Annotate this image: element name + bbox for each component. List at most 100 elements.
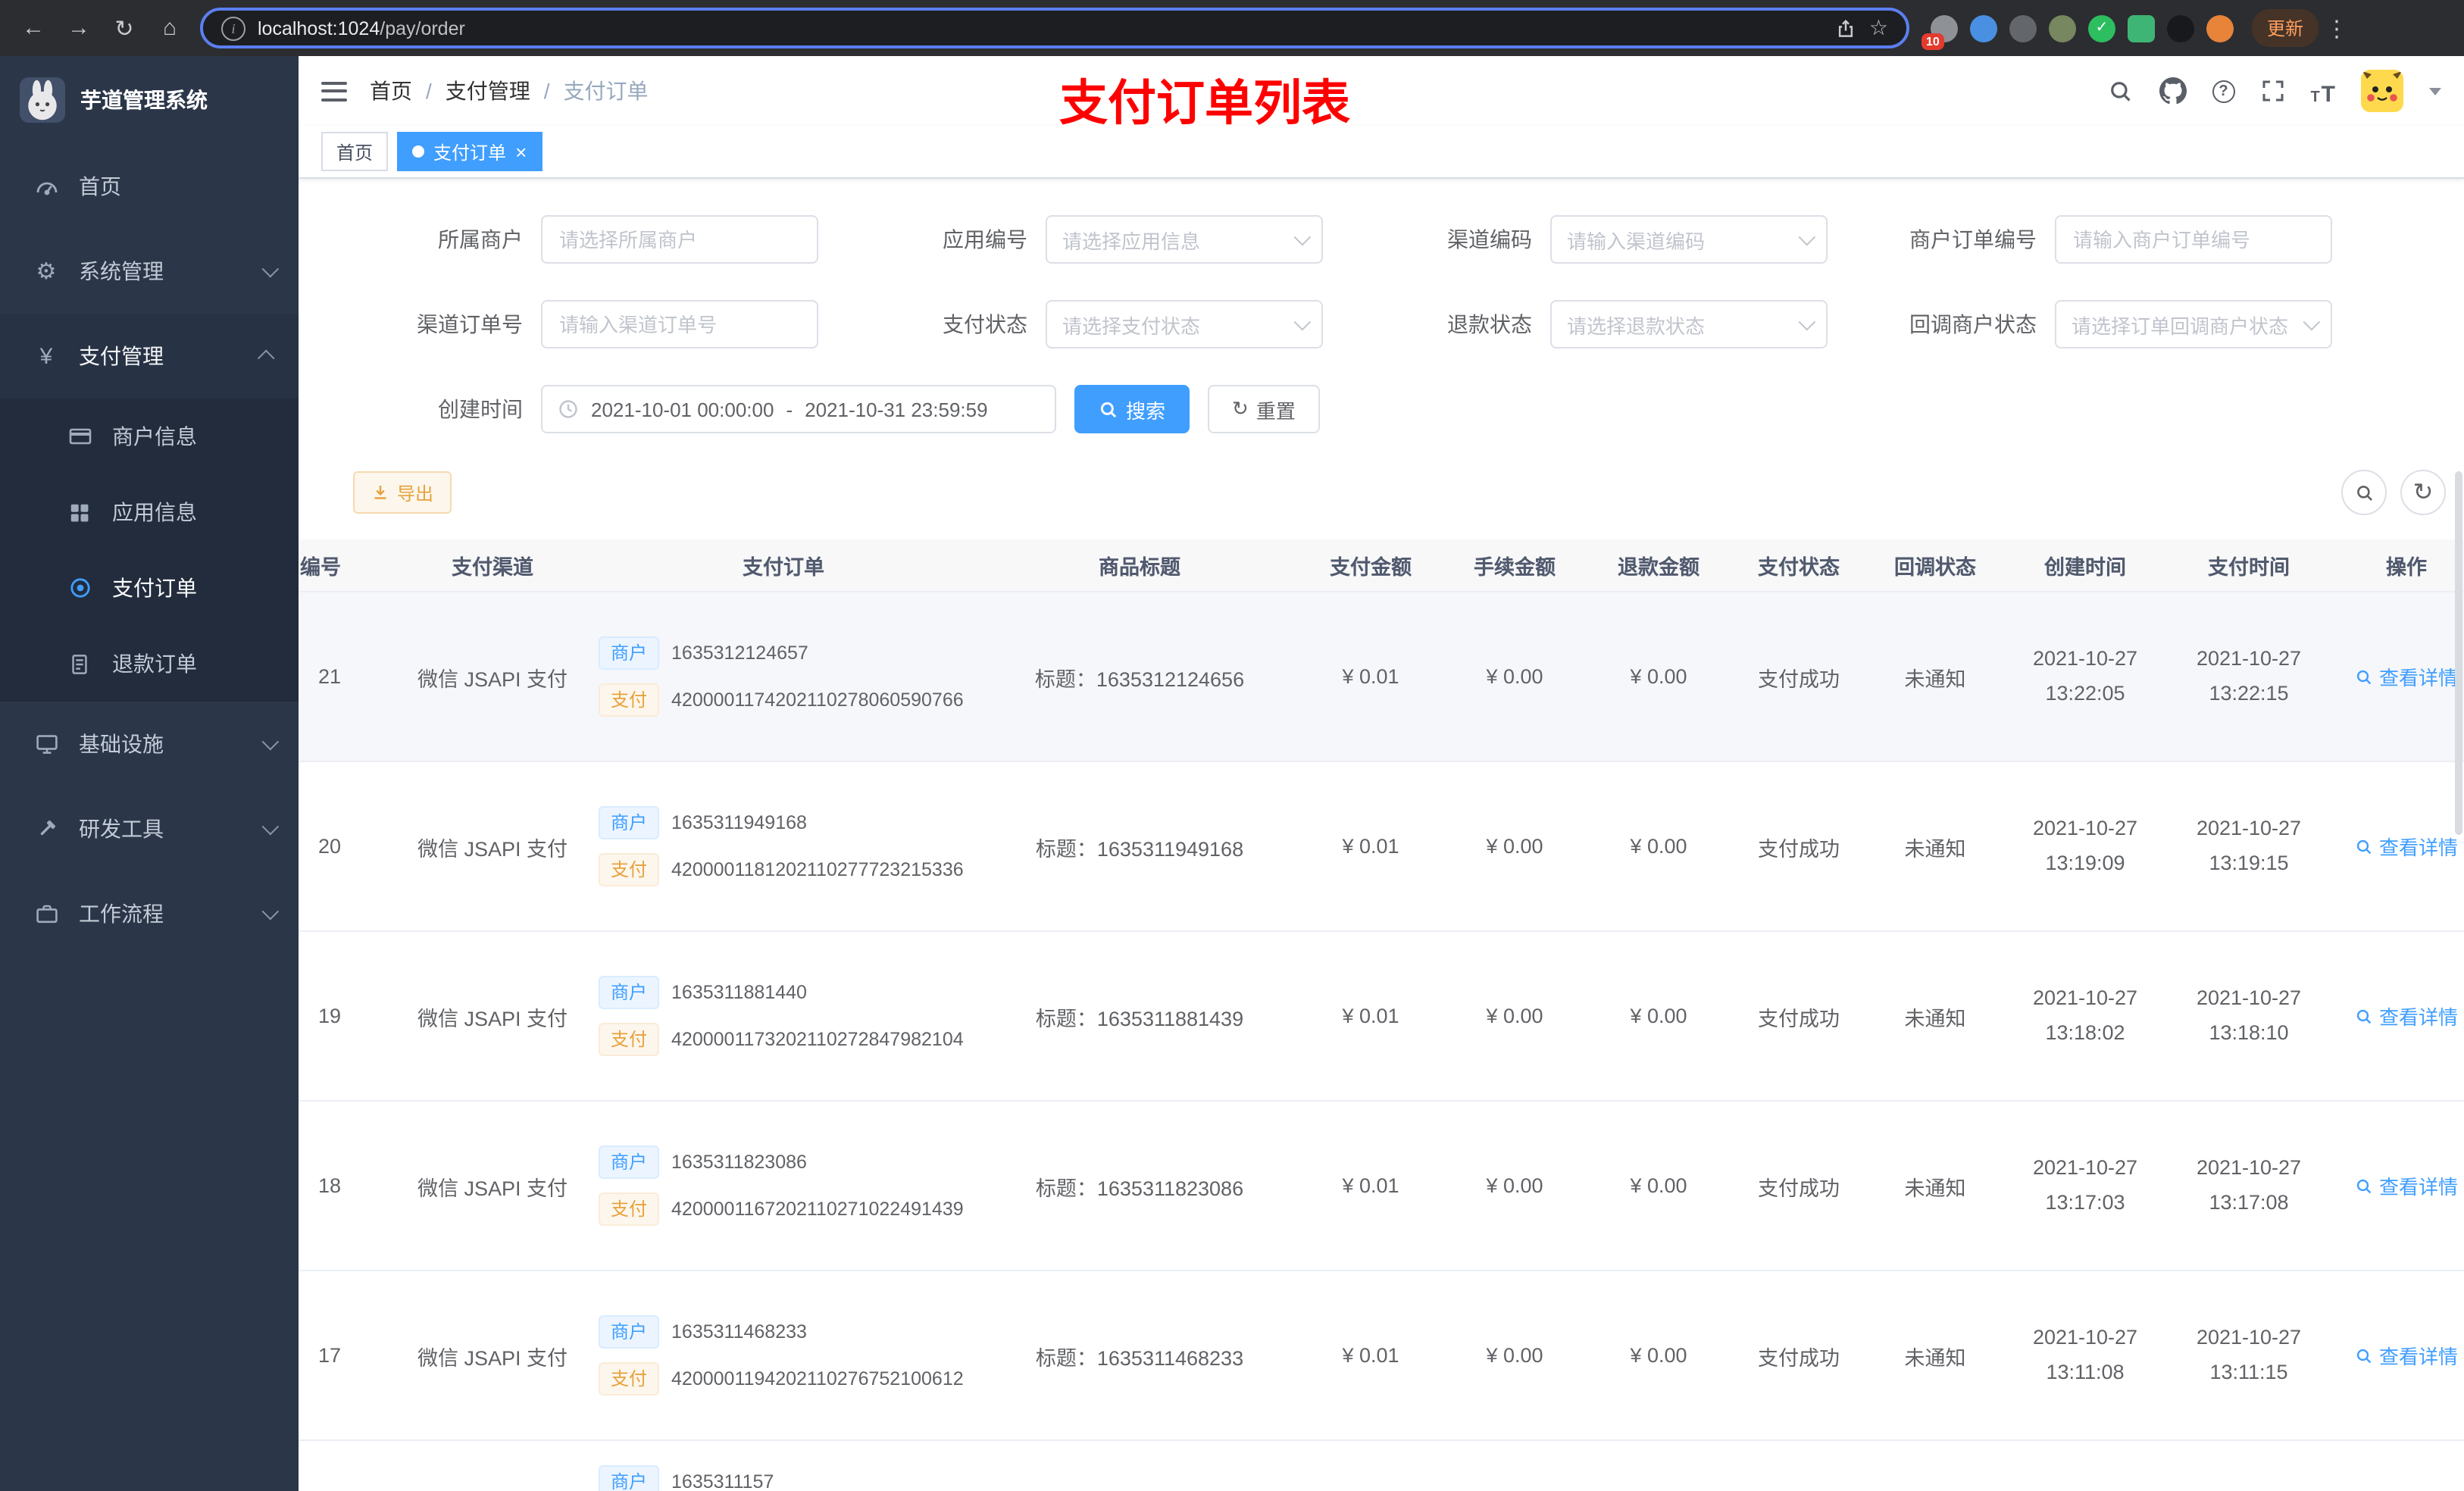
filter-channel-order-no: 渠道订单号 <box>353 300 818 349</box>
sidebar-item-label: 研发工具 <box>79 817 164 841</box>
sidebar-item-home[interactable]: 首页 <box>0 144 299 229</box>
filter-refund-status: 退款状态 请选择退款状态 <box>1362 300 1828 349</box>
extension-icon-3[interactable] <box>2009 14 2037 42</box>
browser-reload-button[interactable]: ↻ <box>103 7 145 49</box>
table-row-partial[interactable]: 商户 1635311157 <box>299 1441 2464 1491</box>
page-info-icon[interactable]: i <box>221 16 245 40</box>
tab-home[interactable]: 首页 <box>321 132 389 171</box>
sidebar-item-label: 基础设施 <box>79 732 164 756</box>
view-detail-link[interactable]: 查看详情 <box>2355 1341 2458 1370</box>
merchant-order-no-input[interactable] <box>2055 215 2332 264</box>
chevron-down-icon <box>1293 313 1312 331</box>
browser-profile-avatar[interactable] <box>2206 14 2234 42</box>
url-text: localhost:1024/pay/order <box>258 17 465 39</box>
clock-icon <box>559 400 577 418</box>
sidebar-item-app-info[interactable]: 应用信息 <box>0 474 299 550</box>
extensions-area: 10 ✓ <box>1921 14 2234 49</box>
sidebar-item-label: 商户信息 <box>112 424 197 449</box>
yen-icon: ¥ <box>39 343 53 369</box>
tab-pay-order[interactable]: 支付订单 × <box>397 132 543 171</box>
bookmark-star-icon[interactable]: ☆ <box>1869 15 1888 41</box>
user-avatar[interactable] <box>2361 70 2403 112</box>
breadcrumb: 首页 / 支付管理 / 支付订单 <box>370 76 649 106</box>
chevron-down-icon <box>2303 313 2321 331</box>
extension-icon-4[interactable] <box>2049 14 2076 42</box>
app-window: 芋道管理系统 首页 ⚙ 系统管理 ¥ 支付管理 商户信息 应用信息 支付订单 退… <box>0 56 2464 1491</box>
extension-icon-chat[interactable] <box>2128 14 2155 42</box>
search-icon[interactable] <box>2107 76 2133 106</box>
breadcrumb-home[interactable]: 首页 <box>370 76 412 106</box>
browser-toolbar: ← → ↻ ⌂ i localhost:1024/pay/order ☆ 10 … <box>0 0 2464 56</box>
pay-status-select[interactable]: 请选择支付状态 <box>1046 300 1323 349</box>
avatar-caret-icon[interactable] <box>2429 87 2441 95</box>
app-logo[interactable]: 芋道管理系统 <box>0 56 299 144</box>
date-range-picker[interactable]: 2021-10-01 00:00:00 - 2021-10-31 23:59:5… <box>541 385 1056 433</box>
browser-update-button[interactable]: 更新 <box>2252 9 2319 47</box>
sidebar-item-refund-order[interactable]: 退款订单 <box>0 626 299 702</box>
extension-icon-check[interactable]: ✓ <box>2088 14 2115 42</box>
channel-order-no-input[interactable] <box>541 300 818 349</box>
table-row[interactable]: 20 微信 JSAPI 支付 商户 1635311949168 支付 4200001… <box>299 762 2464 932</box>
breadcrumb-pay[interactable]: 支付管理 <box>446 76 530 106</box>
breadcrumb-current: 支付订单 <box>563 79 649 103</box>
table-row[interactable]: 18 微信 JSAPI 支付 商户 1635311823086 支付 4200001… <box>299 1102 2464 1271</box>
sidebar-item-pay[interactable]: ¥ 支付管理 <box>0 314 299 399</box>
sidebar-item-pay-order[interactable]: 支付订单 <box>0 550 299 626</box>
search-icon <box>2356 839 2372 854</box>
github-icon[interactable] <box>2159 76 2187 106</box>
sidebar-item-system[interactable]: ⚙ 系统管理 <box>0 229 299 314</box>
gear-icon: ⚙ <box>36 259 57 285</box>
collapse-sidebar-icon[interactable] <box>321 81 347 101</box>
browser-home-button[interactable]: ⌂ <box>149 7 191 49</box>
chevron-down-icon <box>261 733 280 751</box>
font-size-icon[interactable]: TT <box>2310 76 2335 106</box>
help-icon[interactable]: ? <box>2212 76 2235 106</box>
reset-button[interactable]: ↻ 重置 <box>1208 385 1320 433</box>
browser-forward-button[interactable]: → <box>58 7 100 49</box>
pay-tag: 支付 <box>599 683 660 717</box>
table-row[interactable]: 17 微信 JSAPI 支付 商户 1635311468233 支付 4200001… <box>299 1271 2464 1441</box>
export-button[interactable]: 导出 <box>353 471 452 514</box>
browser-back-button[interactable]: ← <box>12 7 55 49</box>
sidebar-item-merchant-info[interactable]: 商户信息 <box>0 399 299 474</box>
table-row[interactable]: 19 微信 JSAPI 支付 商户 1635311881440 支付 4200001… <box>299 932 2464 1102</box>
merchant-input[interactable] <box>541 215 818 264</box>
merchant-tag: 商户 <box>599 636 660 670</box>
tags-view-bar: 首页 支付订单 × <box>299 126 2464 179</box>
view-detail-link[interactable]: 查看详情 <box>2355 1171 2458 1200</box>
sidebar-item-workflow[interactable]: 工作流程 <box>0 871 299 956</box>
sidebar-item-label: 支付管理 <box>79 344 164 368</box>
search-icon <box>1100 401 1117 417</box>
sidebar-item-infra[interactable]: 基础设施 <box>0 702 299 786</box>
view-detail-link[interactable]: 查看详情 <box>2355 832 2458 861</box>
view-detail-link[interactable]: 查看详情 <box>2355 1002 2458 1030</box>
chevron-down-icon <box>261 902 280 921</box>
merchant-tag: 商户 <box>599 1315 660 1349</box>
refund-status-select[interactable]: 请选择退款状态 <box>1550 300 1828 349</box>
search-button[interactable]: 搜索 <box>1074 385 1190 433</box>
view-detail-link[interactable]: 查看详情 <box>2355 662 2458 691</box>
pay-submenu: 商户信息 应用信息 支付订单 退款订单 <box>0 399 299 702</box>
pay-tag: 支付 <box>599 853 660 886</box>
close-icon[interactable]: × <box>515 142 527 161</box>
url-bar[interactable]: i localhost:1024/pay/order ☆ <box>200 8 1909 48</box>
page-title: 支付订单列表 <box>1058 76 1351 130</box>
app-select[interactable]: 请选择应用信息 <box>1046 215 1323 264</box>
fullscreen-icon[interactable] <box>2260 76 2284 106</box>
notify-status-select[interactable]: 请选择订单回调商户状态 <box>2055 300 2332 349</box>
channel-code-select[interactable]: 请输入渠道编码 <box>1550 215 1828 264</box>
extension-icon-2[interactable] <box>1970 14 1997 42</box>
filter-create-time: 创建时间 2021-10-01 00:00:00 - 2021-10-31 23… <box>353 385 1056 433</box>
table-row[interactable]: 21 微信 JSAPI 支付 商户 1635312124657 支付 4200001… <box>299 592 2464 762</box>
extension-icon-dark[interactable] <box>2167 14 2194 42</box>
scrollbar-thumb[interactable] <box>2455 471 2462 835</box>
share-icon[interactable] <box>1836 17 1857 39</box>
extension-icon-1[interactable]: 10 <box>1921 14 1958 49</box>
hide-search-button[interactable] <box>2341 470 2387 515</box>
notification-badge: 10 <box>1921 33 1944 49</box>
sidebar-item-dev-tools[interactable]: 研发工具 <box>0 786 299 871</box>
sidebar-item-label: 退款订单 <box>112 652 197 676</box>
page-header: 首页 / 支付管理 / 支付订单 支付订单列表 ? T T <box>299 56 2464 130</box>
browser-menu-icon[interactable]: ⋮ <box>2322 14 2352 42</box>
refresh-button[interactable]: ↻ <box>2400 470 2446 515</box>
